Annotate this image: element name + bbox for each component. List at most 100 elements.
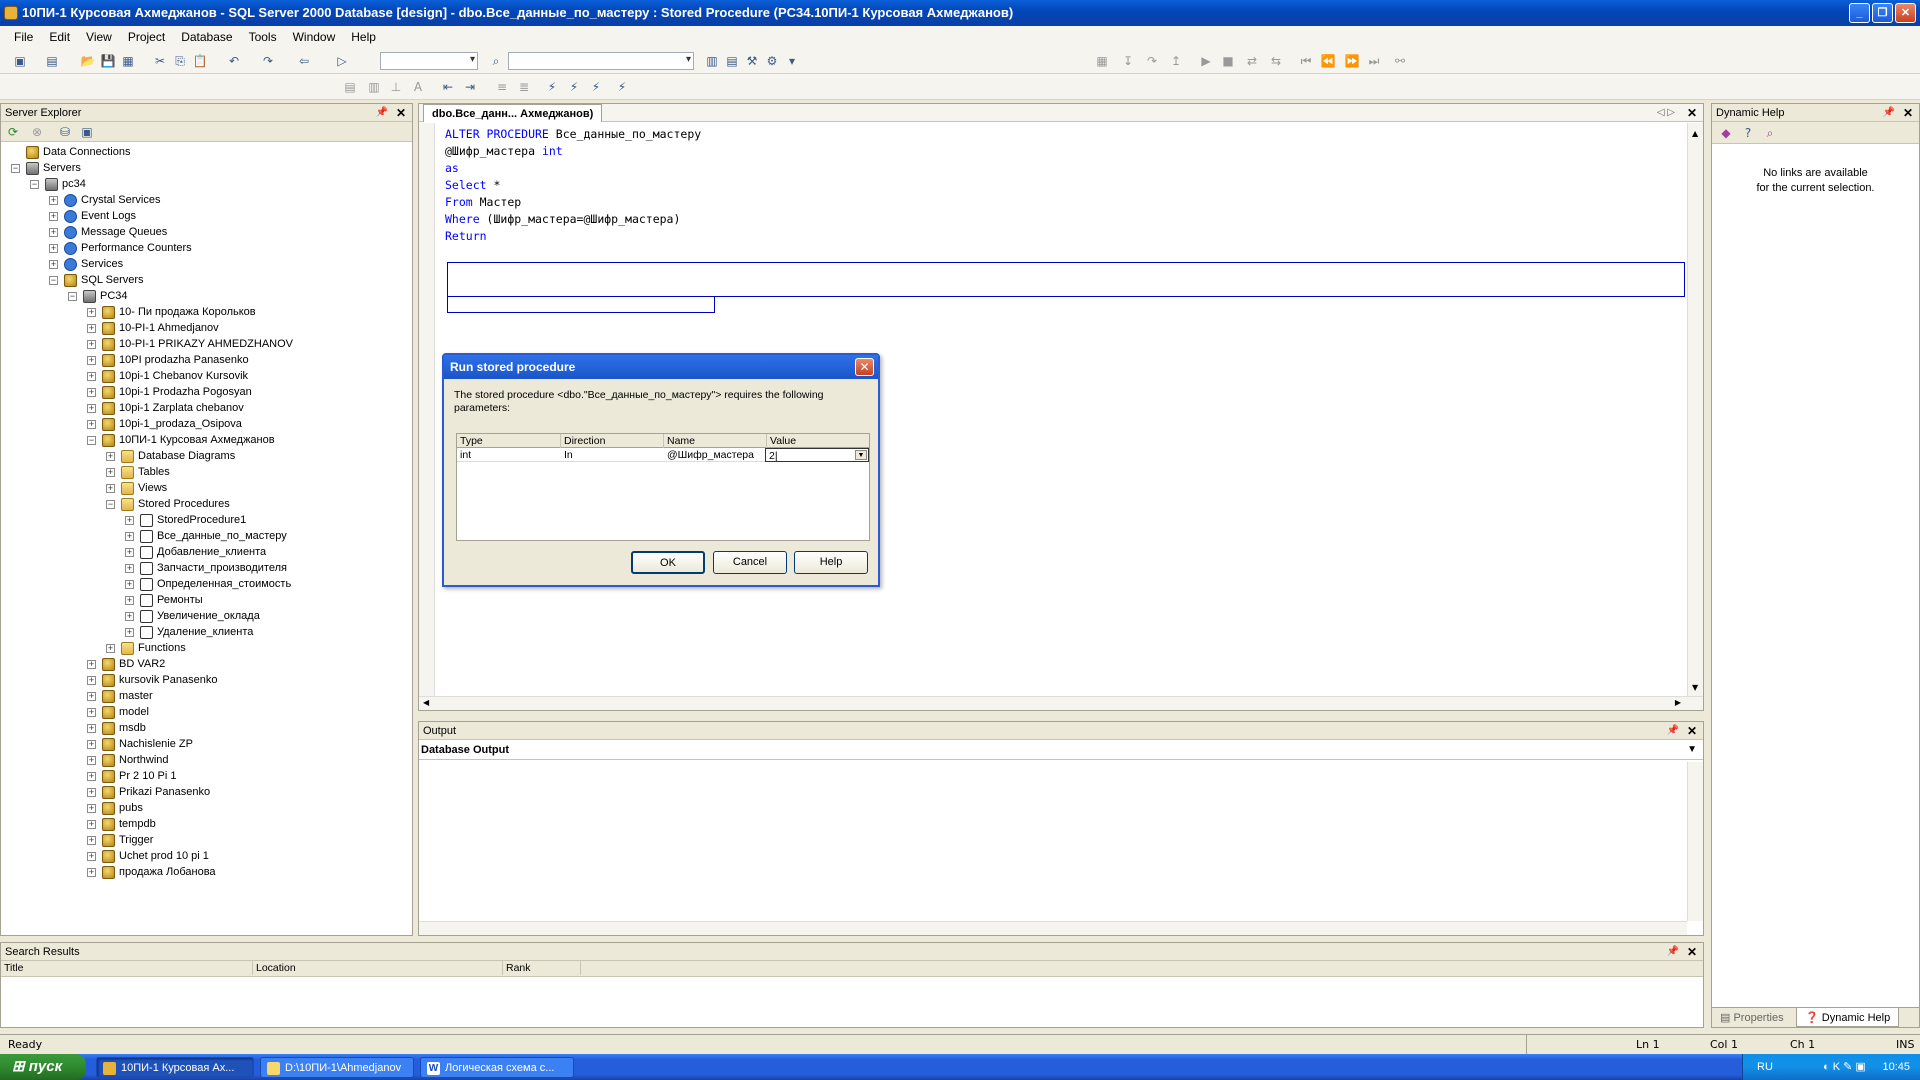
tree-item[interactable]: +10pi-1 Zarplata chebanov xyxy=(87,400,244,416)
menu-file[interactable]: File xyxy=(6,30,41,44)
align2-icon[interactable]: ▥ xyxy=(366,79,382,95)
param-value-input[interactable]: 2| ▼ xyxy=(765,448,869,462)
tree-item[interactable]: − PC34 xyxy=(68,288,128,304)
tree-item[interactable]: + Functions xyxy=(106,640,186,656)
start-button[interactable]: ⊞ пуск xyxy=(0,1054,86,1080)
expand-icon[interactable]: + xyxy=(125,595,134,605)
toolbox-icon[interactable]: ⚒ xyxy=(744,53,760,69)
expand-icon[interactable]: − xyxy=(11,163,20,173)
expand-icon[interactable]: + xyxy=(87,755,96,765)
stop-icon[interactable]: ⊗ xyxy=(29,124,45,140)
expand-icon[interactable]: + xyxy=(87,739,96,749)
tree-item[interactable]: − Servers xyxy=(11,160,81,176)
tree-item[interactable]: − pc34 xyxy=(30,176,86,192)
expand-icon[interactable]: + xyxy=(106,467,115,477)
connect-server-icon[interactable]: ▣ xyxy=(79,124,95,140)
cancel-button[interactable]: Cancel xyxy=(713,551,787,574)
find-combo[interactable] xyxy=(508,52,694,70)
find-icon[interactable]: ▷ xyxy=(334,53,350,69)
run-more-icon[interactable]: ⚡ xyxy=(614,79,630,95)
task-word[interactable]: W Логическая схема с... xyxy=(420,1057,574,1078)
expand-icon[interactable]: + xyxy=(87,771,96,781)
tree-item[interactable]: + Все_данные_по_мастеру xyxy=(125,528,287,544)
editor-hscrollbar[interactable]: ◀ ▶ xyxy=(419,696,1703,710)
tree-item[interactable]: +10-PI-1 Ahmedjanov xyxy=(87,320,219,336)
indent-icon[interactable]: ⇤ xyxy=(440,79,456,95)
expand-icon[interactable]: + xyxy=(87,819,96,829)
prev-bookmark-icon[interactable]: ⏪ xyxy=(1320,53,1336,69)
expand-icon[interactable]: + xyxy=(87,835,96,845)
tree-item[interactable]: + Uchet prod 10 pi 1 xyxy=(87,848,209,864)
tree-item[interactable]: + Удаление_клиента xyxy=(125,624,253,640)
menu-project[interactable]: Project xyxy=(120,30,173,44)
output-pane-selector[interactable]: Database Output ▼ xyxy=(419,740,1703,760)
more-icon[interactable]: ▾ xyxy=(784,53,800,69)
tree-item[interactable]: + Event Logs xyxy=(49,208,136,224)
expand-icon[interactable]: + xyxy=(87,867,96,877)
expand-icon[interactable]: + xyxy=(125,531,134,541)
expand-icon[interactable]: − xyxy=(49,275,58,285)
tree-item[interactable]: +10PI prodazha Panasenko xyxy=(87,352,249,368)
tree-item[interactable]: + Services xyxy=(49,256,123,272)
editor-vscrollbar[interactable]: ▲ ▼ xyxy=(1687,123,1703,696)
comment-icon[interactable]: ≡ xyxy=(494,79,510,95)
menu-tools[interactable]: Tools xyxy=(241,30,285,44)
menu-help[interactable]: Help xyxy=(343,30,384,44)
expand-icon[interactable]: + xyxy=(87,787,96,797)
open-icon[interactable]: 📂 xyxy=(80,53,96,69)
expand-icon[interactable]: + xyxy=(49,227,58,237)
expand-icon[interactable]: + xyxy=(87,403,96,413)
expand-icon[interactable]: + xyxy=(125,547,134,557)
expand-icon[interactable]: + xyxy=(87,707,96,717)
debug-icon[interactable]: ▦ xyxy=(1094,53,1110,69)
expand-icon[interactable]: + xyxy=(49,243,58,253)
expand-icon[interactable]: + xyxy=(87,323,96,333)
tree-item[interactable]: +Data Connections xyxy=(11,144,130,160)
properties-icon[interactable]: ▤ xyxy=(724,53,740,69)
expand-icon[interactable]: + xyxy=(106,643,115,653)
tree-item[interactable]: + Trigger xyxy=(87,832,153,848)
editor-close-icon[interactable]: ✕ xyxy=(1687,104,1697,122)
col-title[interactable]: Title xyxy=(1,961,253,975)
bookmark2-icon[interactable]: ⇆ xyxy=(1268,53,1284,69)
expand-icon[interactable]: − xyxy=(106,499,115,509)
close-icon[interactable]: ✕ xyxy=(1687,722,1697,740)
tree-item[interactable]: + Crystal Services xyxy=(49,192,160,208)
solution-config-combo[interactable] xyxy=(380,52,478,70)
close-icon[interactable]: ✕ xyxy=(1687,943,1697,961)
ok-button[interactable]: OK xyxy=(631,551,705,574)
tab-dynamic-help[interactable]: ❓ Dynamic Help xyxy=(1796,1008,1900,1027)
close-icon[interactable]: ✕ xyxy=(1903,104,1913,122)
task-folder[interactable]: D:\10ПИ-1\Ahmedjanov xyxy=(260,1057,414,1078)
run-icon[interactable]: ⚡ xyxy=(544,79,560,95)
tree-item[interactable]: + StoredProcedure1 xyxy=(125,512,246,528)
clear-bookmarks-icon[interactable]: ⚯ xyxy=(1392,53,1408,69)
restore-button[interactable]: ❐ xyxy=(1872,3,1893,23)
find-in-files-icon[interactable]: ⌕ xyxy=(488,53,504,69)
tree-item[interactable]: + Ремонты xyxy=(125,592,203,608)
menu-edit[interactable]: Edit xyxy=(41,30,78,44)
font-icon[interactable]: A xyxy=(410,79,426,95)
tree-item[interactable]: + Database Diagrams xyxy=(106,448,235,464)
contents-icon[interactable]: ◆ xyxy=(1718,125,1734,141)
expand-icon[interactable]: + xyxy=(125,611,134,621)
tree-item[interactable]: + pubs xyxy=(87,800,143,816)
paste-icon[interactable]: 📋 xyxy=(192,53,208,69)
tree-item[interactable]: + Prikazi Panasenko xyxy=(87,784,210,800)
play-icon[interactable]: ▶ xyxy=(1198,53,1214,69)
step-out-icon[interactable]: ↥ xyxy=(1168,53,1184,69)
tree-item[interactable]: + tempdb xyxy=(87,816,156,832)
expand-icon[interactable]: + xyxy=(87,851,96,861)
save-all-icon[interactable]: ▦ xyxy=(120,53,136,69)
tree-item[interactable]: + Pr 2 10 Pi 1 xyxy=(87,768,176,784)
refresh-icon[interactable]: ⟳ xyxy=(5,124,21,140)
expand-icon[interactable]: + xyxy=(87,307,96,317)
expand-icon[interactable]: − xyxy=(68,291,77,301)
tree-item[interactable]: + Message Queues xyxy=(49,224,167,240)
tree-item[interactable]: + Tables xyxy=(106,464,170,480)
editor-tab[interactable]: dbo.Все_данн... Ахмеджанов) xyxy=(423,104,603,122)
tree-item[interactable]: + msdb xyxy=(87,720,146,736)
expand-icon[interactable]: + xyxy=(106,483,115,493)
chevron-down-icon[interactable]: ▼ xyxy=(1687,740,1697,760)
expand-icon[interactable]: + xyxy=(125,579,134,589)
